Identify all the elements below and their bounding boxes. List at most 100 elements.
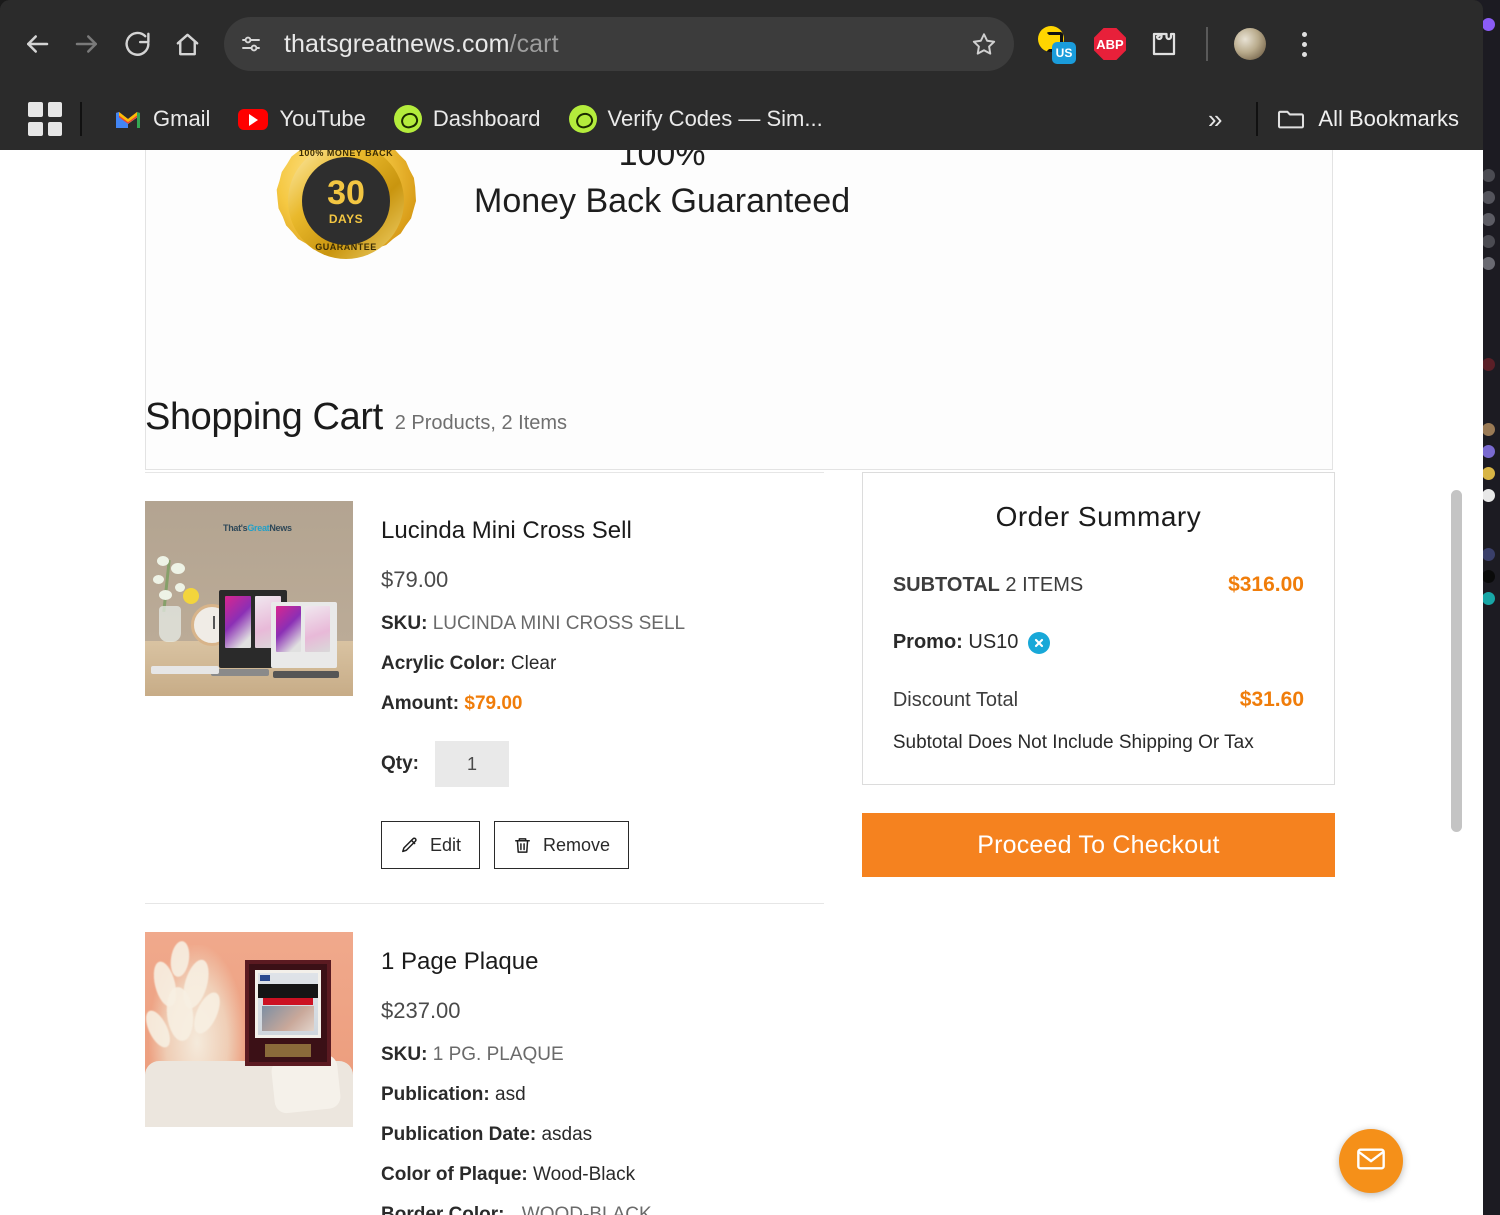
promo-remove-icon[interactable] [1028, 631, 1051, 654]
product-image[interactable]: That'sGreatNews [145, 501, 353, 696]
rail-gap [1482, 40, 1495, 160]
colorzilla-extension-icon[interactable]: US [1036, 24, 1076, 64]
bookmark-label: Dashboard [432, 106, 541, 131]
chat-widget-button[interactable] [1339, 1129, 1403, 1193]
product-image[interactable] [145, 932, 353, 1127]
bookmark-label: Gmail [153, 106, 211, 131]
attribute-label: Color of Plaque: [381, 1164, 528, 1185]
discount-row: Discount Total $31.60 [893, 688, 1304, 712]
gmail-icon [114, 105, 142, 133]
rail-dot [1481, 18, 1495, 31]
attribute-label: Amount: [381, 693, 460, 714]
dashboard-icon [393, 105, 422, 133]
discount-label: Discount Total [892, 688, 1019, 711]
apps-grid-cell [47, 102, 62, 117]
page-viewport: 100% MONEY BACK GUARANTEE 30 DAYS 100% M… [0, 150, 1483, 1215]
bookmark-star-icon[interactable] [964, 24, 1004, 64]
promo-label-text: Promo: [892, 631, 963, 653]
product-price: $237.00 [381, 998, 461, 1023]
attribute-label: Publication Date: [381, 1124, 537, 1145]
subtotal-label: SUBTOTAL 2 ITEMS [893, 574, 1083, 597]
summary-column: Order Summary SUBTOTAL 2 ITEMS $316.00 P… [861, 472, 1335, 1215]
attribute-value: Wood-Black [533, 1164, 636, 1185]
seal-number: 30 [327, 174, 365, 212]
browser-menu-icon[interactable] [1284, 31, 1324, 57]
forward-icon[interactable] [64, 21, 110, 67]
summary-note: Subtotal Does Not Include Shipping Or Ta… [892, 732, 1254, 753]
browser-toolbar: thatsgreatnews.com/cart US ABP [0, 0, 1483, 88]
page-content: 100% MONEY BACK GUARANTEE 30 DAYS 100% M… [0, 150, 1465, 1215]
extension-icons: US ABP [1036, 24, 1324, 64]
cart-item-lucinda-mini-cross-sell: That'sGreatNews Lucinda Mini Cross Sell … [145, 473, 824, 903]
product-name[interactable]: Lucinda Mini Cross Sell [381, 517, 824, 545]
menu-dot [1301, 31, 1307, 37]
cart-item-count: 2 Products, 2 Items [394, 412, 568, 434]
attribute-value: asdas [541, 1124, 593, 1145]
youtube-icon [238, 108, 269, 130]
bookmark-verify-codes[interactable]: Verify Codes — Sim... [555, 101, 837, 137]
apps-grid-cell [28, 121, 43, 136]
profile-avatar[interactable] [1230, 24, 1270, 64]
guarantee-percent: 100% [618, 150, 706, 173]
rail-gap [1482, 279, 1495, 349]
apps-grid-cell [28, 102, 43, 117]
seal-days: DAYS [328, 212, 364, 226]
discount-value: $31.60 [1239, 688, 1304, 711]
product-price: $79.00 [381, 567, 449, 592]
quantity-label: Qty: [381, 753, 419, 774]
envelope-icon [1355, 1143, 1387, 1180]
products-column: That'sGreatNews Lucinda Mini Cross Sell … [145, 472, 824, 1215]
product-info: 1 Page Plaque $237.00 SKU: 1 PG. PLAQUE … [381, 932, 824, 1215]
reload-icon[interactable] [114, 21, 160, 67]
home-icon[interactable] [164, 21, 210, 67]
bookmarks-overflow-icon[interactable]: » [1192, 104, 1238, 135]
bookmark-dashboard[interactable]: Dashboard [380, 101, 555, 137]
quantity-row: Qty: [381, 741, 824, 787]
all-bookmarks-label: All Bookmarks [1318, 106, 1459, 131]
proceed-to-checkout-button[interactable]: Proceed To Checkout [861, 813, 1335, 877]
quantity-input[interactable] [435, 741, 509, 787]
sku-label: SKU: [381, 1044, 428, 1065]
product-attribute-acrylic-color: Acrylic Color: Clear [381, 653, 824, 675]
menu-dot [1301, 51, 1307, 57]
attribute-value: asd [495, 1084, 526, 1105]
remove-button[interactable]: Remove [494, 821, 630, 869]
edit-button[interactable]: Edit [381, 821, 481, 869]
promo-label: Promo: US10 [893, 631, 1019, 654]
apps-grid-icon[interactable] [28, 102, 62, 136]
abp-glyph: ABP [1094, 28, 1126, 60]
back-icon[interactable] [14, 21, 60, 67]
remove-label: Remove [543, 834, 611, 855]
menu-dot [1301, 41, 1307, 47]
rail-dot [1481, 489, 1495, 502]
attribute-label: Acrylic Color: [381, 653, 506, 674]
bookmark-youtube[interactable]: YouTube [224, 102, 379, 136]
bookmark-label: YouTube [279, 106, 366, 131]
rail-dot [1481, 592, 1495, 605]
address-bar[interactable]: thatsgreatnews.com/cart [224, 17, 1014, 71]
product-attribute-publication-date: Publication Date: asdas [381, 1124, 824, 1146]
adblock-plus-extension-icon[interactable]: ABP [1090, 24, 1130, 64]
page-title: Shopping Cart [145, 396, 383, 438]
attribute-label: Publication: [381, 1084, 490, 1105]
apps-grid-cell [47, 121, 62, 136]
product-sku: SKU: 1 PG. PLAQUE [381, 1044, 824, 1066]
bookmark-gmail[interactable]: Gmail [100, 101, 224, 137]
product-name[interactable]: 1 Page Plaque [381, 948, 824, 976]
url-text[interactable]: thatsgreatnews.com/cart [284, 30, 964, 59]
subtotal-label-bold: SUBTOTAL [892, 573, 1000, 596]
all-bookmarks-button[interactable]: All Bookmarks [1276, 106, 1469, 132]
bookmarks-bar: Gmail YouTube Dashboard Verify Codes — S… [0, 88, 1483, 150]
rail-dot [1481, 257, 1495, 270]
page-scrollbar-thumb[interactable] [1451, 490, 1462, 832]
guarantee-text: 100% Money Back Guaranteed [474, 150, 850, 221]
page-scrollbar[interactable] [1447, 150, 1465, 1215]
subtotal-label-rest: 2 ITEMS [999, 573, 1084, 596]
desktop: thatsgreatnews.com/cart US ABP Gmail You… [0, 0, 1500, 1215]
rail-dot [1481, 548, 1495, 561]
sku-label: SKU: [381, 613, 428, 634]
order-summary-panel: Order Summary SUBTOTAL 2 ITEMS $316.00 P… [861, 472, 1335, 785]
sku-value: LUCINDA MINI CROSS SELL [432, 613, 686, 634]
site-settings-icon[interactable] [232, 25, 270, 63]
extensions-puzzle-icon[interactable] [1144, 24, 1184, 64]
